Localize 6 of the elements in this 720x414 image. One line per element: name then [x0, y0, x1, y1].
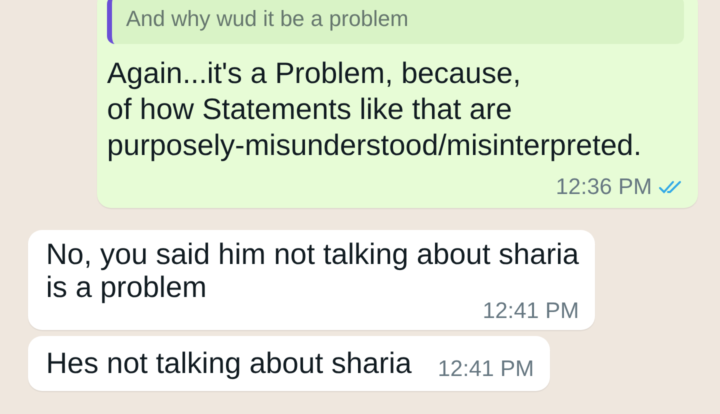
message-text: Again...it's a Problem, because, of how Statements like that are purposely-misunderstood/misinterpreted. — [107, 56, 642, 164]
message-time: 12:41 PM — [482, 300, 579, 322]
message-time: 12:41 PM — [438, 358, 534, 380]
message-time: 12:36 PM — [556, 176, 652, 198]
quoted-message: And why wud it be a problem — [107, 0, 684, 44]
message-text: Hes not talking about sharia — [46, 347, 412, 380]
